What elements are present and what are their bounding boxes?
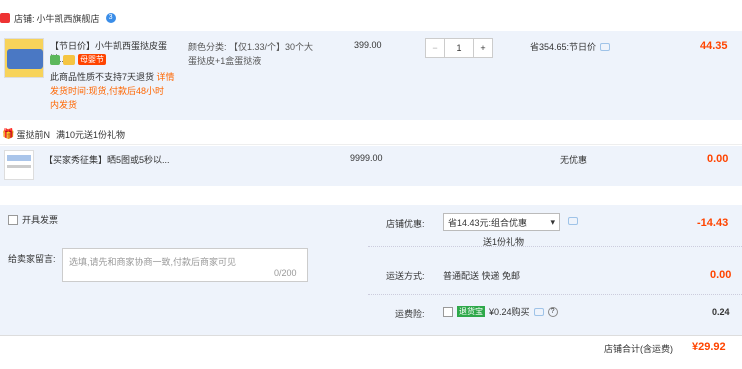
help-icon[interactable]: ? (547, 306, 558, 317)
promo-text: 满10元送1份礼物 (55, 130, 125, 140)
item2-price: 9999.00 (350, 153, 383, 163)
promo-label: 蛋挞前N (16, 130, 50, 140)
item2-title[interactable]: 【买家秀征集】晒5图或5秒以... (44, 153, 170, 166)
quantity-stepper: − 1 + (425, 38, 493, 58)
invoice-label: 开具发票 (22, 215, 59, 225)
total-label: 店铺合计(含运费) (604, 344, 673, 354)
cart-item-row-2 (0, 146, 742, 186)
chat-icon[interactable]: 3 (105, 13, 116, 23)
store-name[interactable]: 小牛凯西旗舰店 (37, 12, 100, 25)
total-amount: ¥29.92 (692, 341, 726, 353)
minus-button[interactable]: − (425, 38, 445, 58)
mother-tag: 母婴节 (78, 54, 106, 65)
store-discount-amount: -14.43 (697, 217, 729, 229)
tag-icon (50, 54, 60, 65)
card-icon (63, 54, 75, 65)
insurance-amount: 0.24 (712, 307, 730, 317)
insurance-label: 运费险: (395, 309, 425, 319)
store-icon (0, 13, 10, 23)
ship-notice-2: 内发货 (50, 100, 78, 110)
gift-icon: 🎁 (2, 129, 15, 140)
divider (0, 335, 742, 336)
shipping-value: 普通配送 快递 免邮 (443, 271, 521, 281)
chevron-down-icon: ▾ (550, 216, 555, 227)
invoice-checkbox[interactable] (8, 214, 18, 225)
message-label: 给卖家留言: (8, 254, 56, 264)
item1-discount: 省354.65:节日价 (530, 40, 611, 53)
return-notice: 此商品性质不支持7天退货 (50, 72, 155, 82)
insurance-option[interactable]: 退货宝 ¥0.24购买 ? (443, 305, 558, 318)
product-thumbnail-2[interactable] (4, 150, 34, 180)
shipping-amount: 0.00 (710, 269, 732, 281)
comment-icon-2[interactable] (568, 217, 578, 225)
item1-tags: 母婴节 (50, 54, 106, 65)
comment-icon[interactable] (600, 42, 611, 51)
quantity-input[interactable]: 1 (445, 38, 473, 58)
store-header: 店铺: 小牛凯西旗舰店 3 (0, 10, 116, 26)
item1-notices: 此商品性质不支持7天退货 详情 发货时间:现货,付款后48小时 内发货 (50, 70, 180, 112)
message-count: 0/200 (274, 268, 297, 278)
item2-discount: 无优惠 (560, 155, 588, 165)
message-textarea[interactable]: 选填,请先和商家协商一致,付款后商家可见 (62, 248, 308, 282)
return-detail-link[interactable]: 详情 (157, 72, 175, 82)
item1-subtotal: 44.35 (700, 40, 728, 52)
comment-icon-3[interactable] (533, 307, 544, 316)
item1-spec: 颜色分类: 【仅1.33/个】30个大 蛋挞皮+1盒蛋挞液 (188, 42, 314, 66)
ship-notice: 发货时间:现货,付款后48小时 (50, 86, 165, 96)
store-discount-sub: 送1份礼物 (483, 237, 525, 247)
promo-row: 🎁 蛋挞前N 满10元送1份礼物 (0, 125, 742, 145)
insurance-badge: 退货宝 (457, 306, 485, 317)
store-discount-label: 店铺优惠: (386, 219, 425, 229)
message-placeholder: 选填,请先和商家协商一致,付款后商家可见 (69, 257, 237, 267)
item1-title-tag: 【节日价】 (50, 41, 96, 51)
item2-subtotal: 0.00 (707, 153, 729, 165)
insurance-text: ¥0.24购买 (489, 307, 530, 317)
plus-button[interactable]: + (473, 38, 493, 58)
store-discount-select[interactable]: 省14.43元:组合优惠 ▾ (443, 213, 560, 231)
store-label: 店铺: (14, 13, 35, 24)
shipping-label: 运送方式: (386, 271, 425, 281)
product-thumbnail[interactable] (4, 38, 44, 78)
item1-unit-price: 399.00 (354, 40, 382, 50)
invoice-option[interactable]: 开具发票 (8, 213, 58, 226)
insurance-checkbox[interactable] (443, 306, 453, 317)
